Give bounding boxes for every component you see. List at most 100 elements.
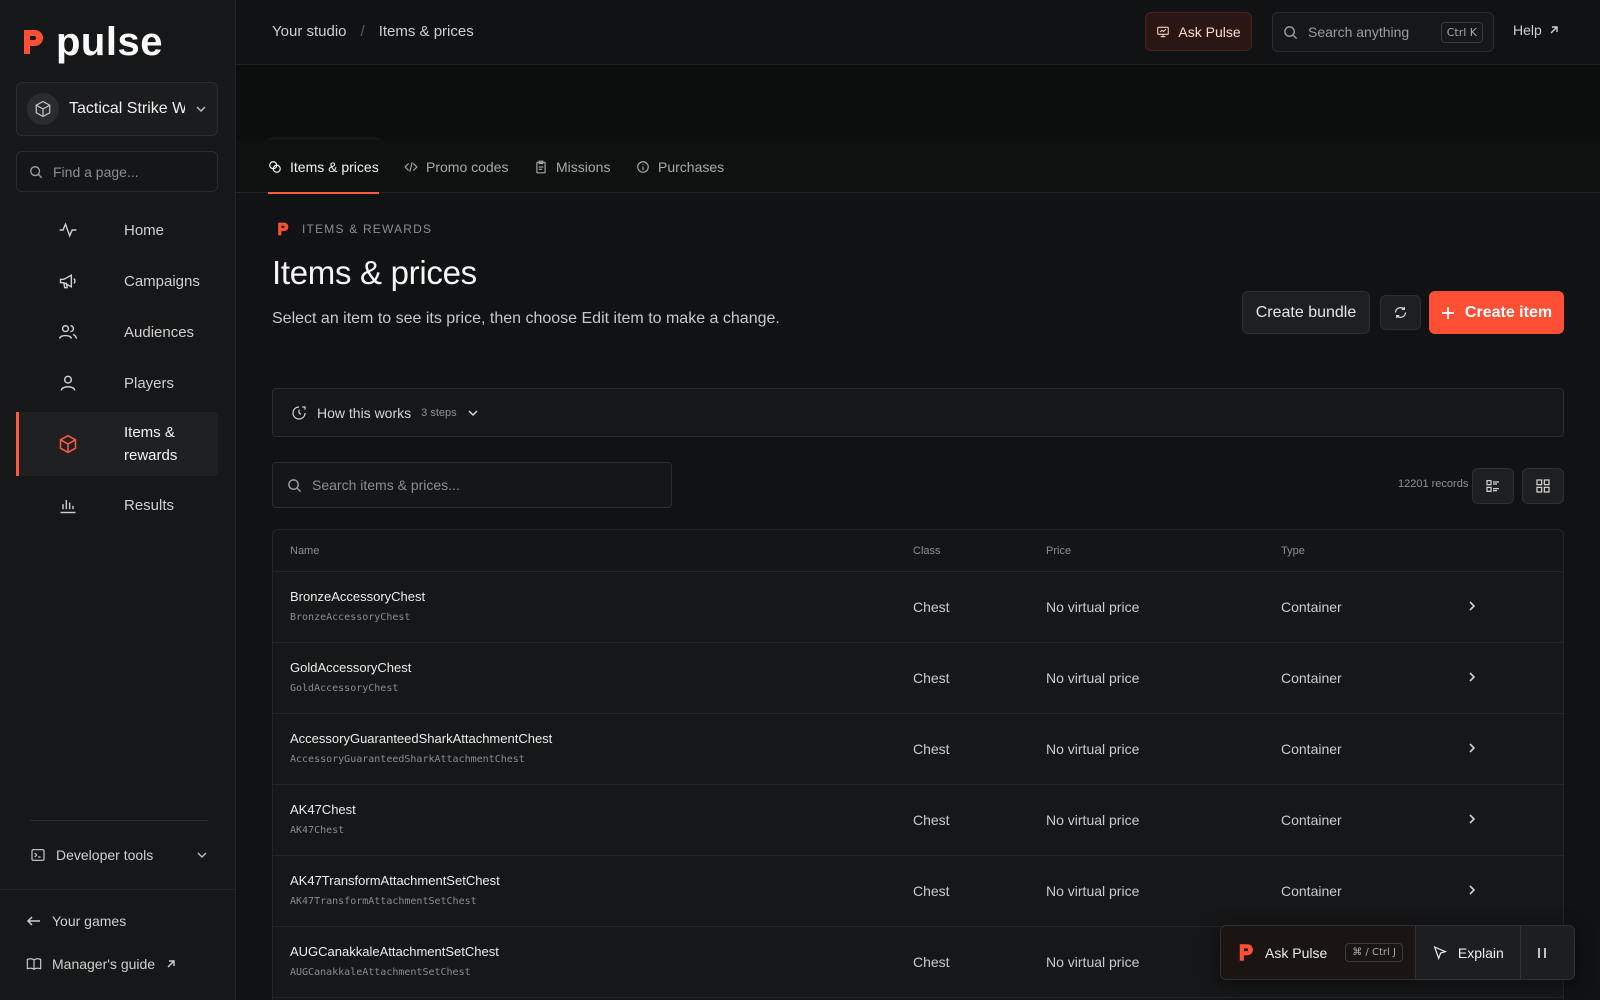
tab-missions[interactable]: Missions bbox=[534, 140, 610, 193]
item-class: Chest bbox=[913, 599, 950, 615]
create-item-button[interactable]: Create item bbox=[1429, 291, 1564, 334]
table-row[interactable]: AK47TransformAttachmentSetChest AK47Tran… bbox=[273, 856, 1563, 927]
refresh-button[interactable] bbox=[1380, 295, 1421, 330]
table-header: Name Class Price Type bbox=[273, 530, 1563, 572]
how-it-works-toggle[interactable]: How this works 3 steps bbox=[272, 388, 1564, 437]
sidebar: pulse Tactical Strike W Home Campaigns bbox=[0, 0, 236, 1000]
search-icon bbox=[1283, 25, 1298, 40]
users-icon bbox=[58, 322, 78, 342]
item-id: AK47Chest bbox=[290, 825, 345, 836]
pulse-logo-icon bbox=[276, 221, 290, 237]
page-finder[interactable] bbox=[16, 151, 218, 192]
eyebrow-text: ITEMS & REWARDS bbox=[302, 222, 433, 236]
steps-count: 3 steps bbox=[421, 406, 457, 419]
tab-promo-codes[interactable]: Promo codes bbox=[404, 140, 508, 193]
create-item-label: Create item bbox=[1464, 303, 1553, 321]
clipboard-icon bbox=[534, 160, 548, 174]
breadcrumb-current: Items & prices bbox=[378, 23, 474, 40]
logo[interactable]: pulse bbox=[20, 22, 163, 62]
chevron-down-icon bbox=[467, 407, 479, 419]
item-name: AUGCanakkaleAttachmentSetChest bbox=[290, 944, 499, 959]
list-view-button[interactable] bbox=[1472, 468, 1514, 504]
your-games-link[interactable]: Your games bbox=[26, 913, 126, 929]
explain-label: Explain bbox=[1457, 944, 1504, 961]
pulse-logo-icon bbox=[20, 27, 46, 57]
ask-shortcut-badge: ⌘ / Ctrl J bbox=[1345, 943, 1403, 962]
item-price: No virtual price bbox=[1046, 812, 1140, 828]
code-icon bbox=[404, 160, 418, 174]
chevron-right-icon[interactable] bbox=[1466, 600, 1478, 612]
chevron-right-icon[interactable] bbox=[1466, 813, 1478, 825]
table-row[interactable]: AK47Chest AK47Chest Chest No virtual pri… bbox=[273, 785, 1563, 856]
megaphone-icon bbox=[58, 271, 78, 291]
global-search-input[interactable] bbox=[1308, 24, 1428, 40]
help-link[interactable]: Help bbox=[1513, 22, 1560, 38]
project-switcher[interactable]: Tactical Strike W bbox=[16, 82, 218, 136]
table-row[interactable]: AccessoryGuaranteedSharkAttachmentChest … bbox=[273, 714, 1563, 785]
chevron-down-icon bbox=[195, 103, 207, 115]
ask-pulse-button[interactable]: Ask Pulse bbox=[1145, 12, 1252, 51]
create-bundle-button[interactable]: Create bundle bbox=[1242, 291, 1370, 334]
tab-label: Items & prices bbox=[290, 158, 379, 175]
pulse-logo-icon bbox=[1237, 942, 1255, 963]
table-row[interactable]: BronzeAccessoryChest BronzeAccessoryChes… bbox=[273, 572, 1563, 643]
clock-refresh-icon bbox=[291, 405, 307, 421]
items-search[interactable] bbox=[272, 462, 672, 508]
column-header-name[interactable]: Name bbox=[290, 545, 319, 557]
sidebar-item-items-rewards[interactable]: Items & rewards bbox=[16, 412, 218, 476]
item-price: No virtual price bbox=[1046, 741, 1140, 757]
item-id: BronzeAccessoryChest bbox=[290, 612, 411, 623]
chevron-right-icon[interactable] bbox=[1466, 884, 1478, 896]
sidebar-item-home[interactable]: Home bbox=[16, 215, 218, 245]
item-id: GoldAccessoryChest bbox=[290, 683, 399, 694]
items-search-input[interactable] bbox=[312, 477, 652, 493]
item-type: Container bbox=[1281, 812, 1342, 828]
item-class: Chest bbox=[913, 741, 950, 757]
managers-guide-link[interactable]: Manager's guide bbox=[26, 956, 177, 972]
external-link-icon bbox=[165, 958, 177, 970]
external-link-icon bbox=[1548, 24, 1560, 36]
chevron-down-icon bbox=[196, 849, 208, 861]
table-row[interactable]: GoldAccessoryChest GoldAccessoryChest Ch… bbox=[273, 643, 1563, 714]
item-price: No virtual price bbox=[1046, 670, 1140, 686]
find-page-input[interactable] bbox=[53, 163, 203, 180]
terminal-icon bbox=[30, 847, 46, 863]
page-title: Items & prices bbox=[272, 254, 477, 291]
divider bbox=[0, 889, 236, 890]
sidebar-item-audiences[interactable]: Audiences bbox=[16, 317, 218, 347]
box-icon bbox=[58, 434, 78, 454]
explain-button[interactable]: Explain bbox=[1414, 926, 1520, 979]
breadcrumb-studio[interactable]: Your studio bbox=[272, 23, 347, 40]
help-label: Help bbox=[1513, 22, 1542, 38]
ask-pulse-floating-button[interactable]: Ask Pulse ⌘ / Ctrl J bbox=[1221, 926, 1415, 979]
tab-label: Promo codes bbox=[426, 158, 509, 175]
chevron-right-icon[interactable] bbox=[1466, 671, 1478, 683]
sidebar-item-players[interactable]: Players bbox=[16, 368, 218, 398]
activity-icon bbox=[58, 220, 78, 240]
item-type: Container bbox=[1281, 670, 1342, 686]
chevron-right-icon[interactable] bbox=[1466, 742, 1478, 754]
search-icon bbox=[29, 165, 43, 179]
global-search[interactable]: Ctrl K bbox=[1272, 12, 1494, 52]
column-header-type[interactable]: Type bbox=[1281, 545, 1305, 557]
column-header-class[interactable]: Class bbox=[913, 545, 941, 557]
arrow-left-icon bbox=[26, 913, 42, 929]
tab-purchases[interactable]: Purchases bbox=[636, 140, 724, 193]
breadcrumb-separator: / bbox=[360, 23, 365, 40]
sidebar-item-label: Players bbox=[124, 374, 175, 392]
tab-items-prices[interactable]: Items & prices bbox=[268, 140, 379, 194]
section-eyebrow: ITEMS & REWARDS bbox=[276, 221, 432, 237]
developer-tools-toggle[interactable]: Developer tools bbox=[30, 843, 208, 867]
tabs-bar: Items & prices Promo codes Missions Purc… bbox=[236, 140, 1600, 194]
item-name: BronzeAccessoryChest bbox=[290, 589, 426, 604]
item-id: AK47TransformAttachmentSetChest bbox=[290, 896, 477, 907]
pause-button[interactable] bbox=[1519, 926, 1564, 979]
grid-view-button[interactable] bbox=[1522, 468, 1564, 504]
item-id: AUGCanakkaleAttachmentSetChest bbox=[290, 967, 471, 978]
cursor-arrow-icon bbox=[1432, 945, 1448, 961]
sidebar-item-results[interactable]: Results bbox=[16, 490, 218, 520]
item-class: Chest bbox=[913, 954, 950, 970]
column-header-price[interactable]: Price bbox=[1046, 545, 1071, 557]
list-view-icon bbox=[1485, 478, 1501, 494]
sidebar-item-campaigns[interactable]: Campaigns bbox=[16, 266, 218, 296]
